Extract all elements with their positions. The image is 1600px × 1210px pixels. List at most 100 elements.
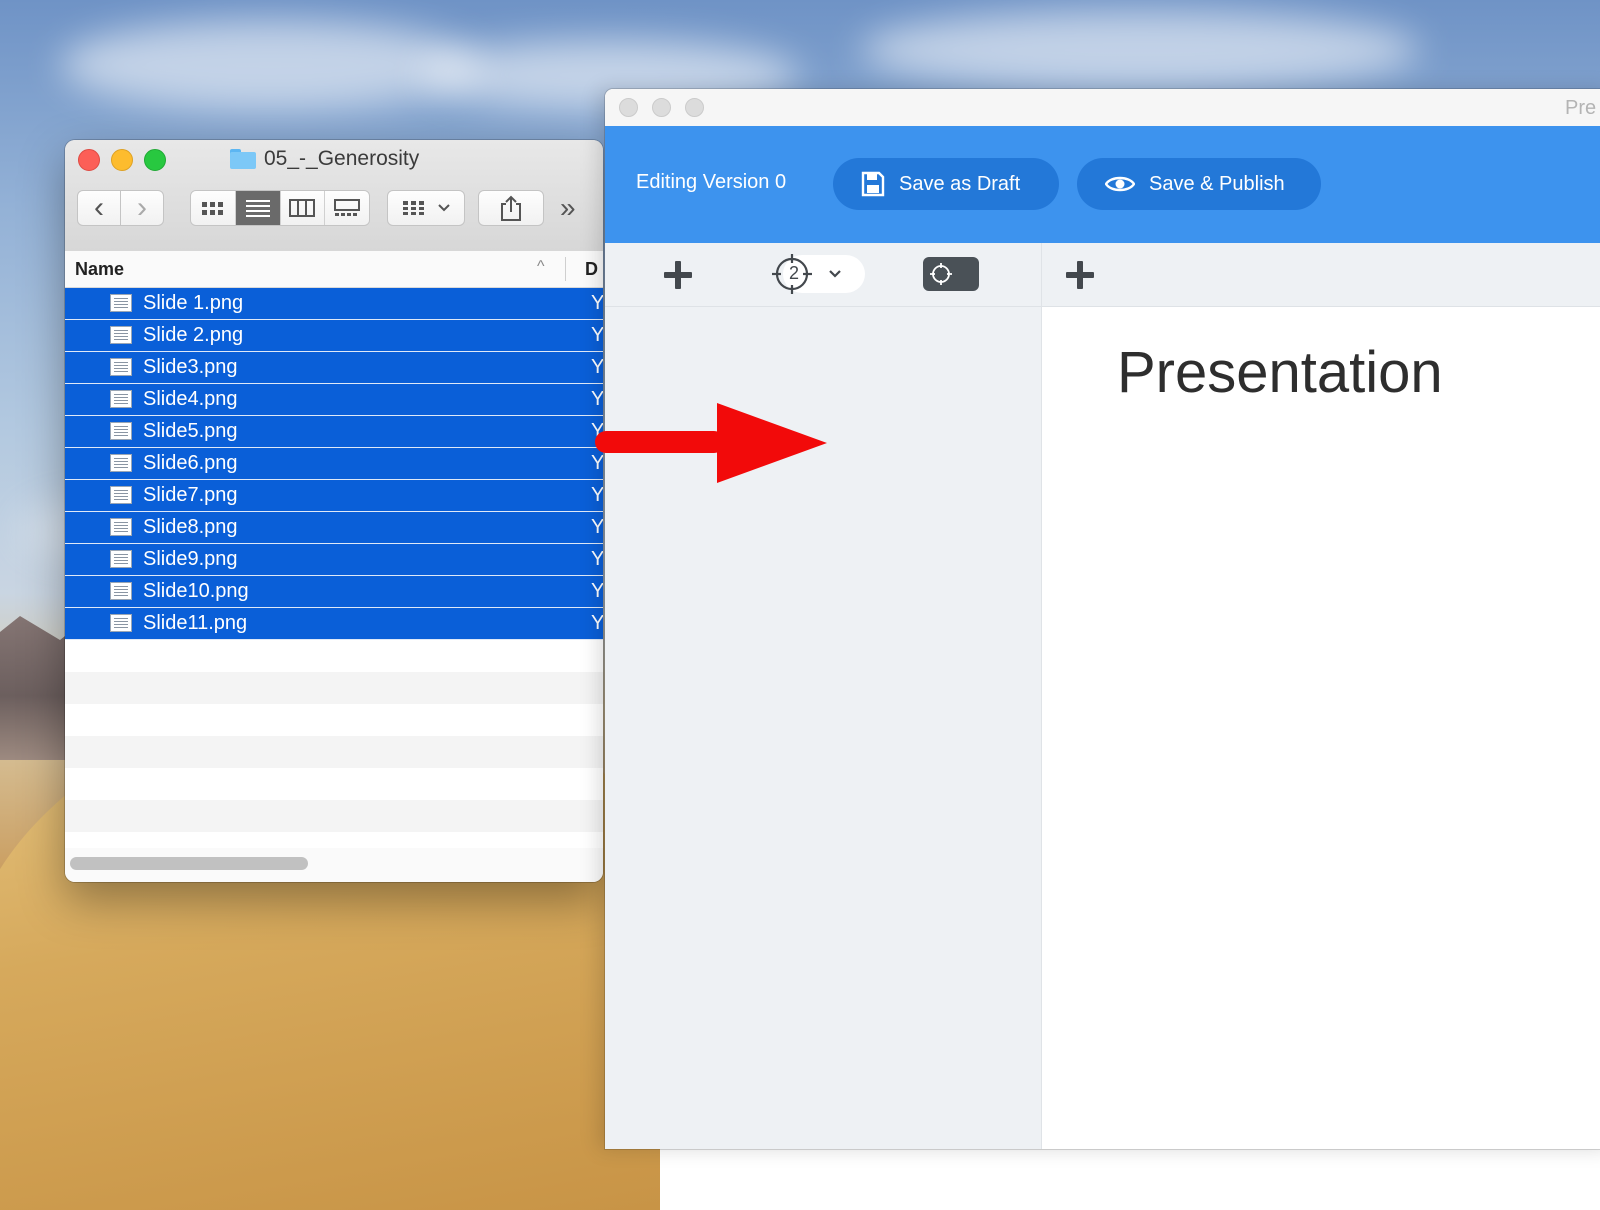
- list-item[interactable]: Slide8.png Y: [65, 512, 603, 544]
- file-name: Slide 2.png: [143, 324, 244, 346]
- list-view-button[interactable]: [235, 191, 281, 225]
- folder-icon: [230, 149, 256, 169]
- red-arrow-icon: [595, 403, 827, 483]
- list-item[interactable]: Slide4.png Y: [65, 384, 603, 416]
- image-file-icon: [110, 326, 132, 344]
- chevron-down-icon: [438, 204, 450, 212]
- window-title-text: 05_-_Generosity: [264, 147, 420, 170]
- file-column-value: Y: [591, 292, 603, 314]
- eye-icon: [1105, 176, 1135, 192]
- empty-row: [65, 800, 603, 832]
- file-name: Slide5.png: [143, 420, 238, 442]
- name-column-header[interactable]: Name: [75, 259, 124, 280]
- empty-row: [65, 704, 603, 736]
- horizontal-scrollbar[interactable]: [65, 848, 603, 882]
- column-view-button[interactable]: [280, 191, 326, 225]
- floppy-disk-icon: [861, 171, 885, 197]
- file-name: Slide 1.png: [143, 292, 244, 314]
- target-toggle-button[interactable]: [923, 257, 979, 291]
- file-name: Slide10.png: [143, 580, 249, 602]
- file-name: Slide6.png: [143, 452, 238, 474]
- file-list: Slide 1.png Y Slide 2.png Y Slide3.png Y Sl…: [65, 288, 603, 848]
- target-count: 2: [788, 263, 799, 283]
- list-item[interactable]: Slide11.png Y: [65, 608, 603, 640]
- share-icon: [501, 195, 521, 221]
- file-name: Slide8.png: [143, 516, 238, 538]
- chevron-left-icon: ‹: [94, 191, 104, 224]
- grid-icon: [201, 202, 223, 215]
- share-button[interactable]: [478, 190, 544, 226]
- gallery-icon: [334, 199, 361, 216]
- list-item[interactable]: Slide10.png Y: [65, 576, 603, 608]
- list-item[interactable]: Slide7.png Y: [65, 480, 603, 512]
- add-slide-button[interactable]: [664, 261, 692, 289]
- columns-icon: [289, 199, 316, 217]
- crosshair-icon: [930, 263, 952, 285]
- image-file-icon: [110, 614, 132, 632]
- close-button[interactable]: [78, 149, 100, 171]
- icon-view-button[interactable]: [191, 191, 236, 225]
- file-column-value: Y: [591, 484, 603, 506]
- empty-row: [65, 672, 603, 704]
- toolbar-overflow-button[interactable]: »: [560, 190, 576, 226]
- list-header: Name ^ D: [65, 251, 603, 288]
- list-item[interactable]: Slide 1.png Y: [65, 288, 603, 320]
- chevron-down-icon: [829, 270, 841, 278]
- editor-toolbar: 2: [605, 243, 1600, 307]
- list-item[interactable]: Slide3.png Y: [65, 352, 603, 384]
- view-mode-control: [190, 190, 370, 226]
- image-file-icon: [110, 454, 132, 472]
- editor-window-title: Pre: [1565, 97, 1597, 119]
- column-divider[interactable]: [565, 257, 566, 281]
- minimize-button[interactable]: [111, 149, 133, 171]
- editing-version-label: Editing Version 0: [636, 171, 787, 193]
- target-count-dropdown[interactable]: 2: [772, 254, 865, 294]
- image-file-icon: [110, 294, 132, 312]
- image-file-icon: [110, 358, 132, 376]
- file-name: Slide11.png: [143, 612, 248, 634]
- cloud: [60, 20, 480, 110]
- grid-icon: [403, 201, 424, 215]
- presentation-editor-window: Pre Editing Version 0 Save as Draft Save…: [605, 89, 1600, 1149]
- finder-window: 05_-_Generosity ‹ › » Name ^ D Slide 1.p…: [65, 140, 603, 882]
- save-as-draft-button[interactable]: Save as Draft: [833, 158, 1059, 210]
- presentation-canvas[interactable]: Presentation: [1042, 307, 1600, 1149]
- empty-row: [65, 640, 603, 672]
- file-name: Slide3.png: [143, 356, 238, 378]
- scrollbar-thumb[interactable]: [70, 857, 308, 870]
- file-name: Slide7.png: [143, 484, 238, 506]
- file-name: Slide9.png: [143, 548, 238, 570]
- back-button[interactable]: ‹: [77, 190, 121, 226]
- list-item[interactable]: Slide9.png Y: [65, 544, 603, 576]
- second-column-header[interactable]: D: [585, 259, 598, 280]
- file-column-value: Y: [591, 580, 603, 602]
- save-and-publish-label: Save & Publish: [1149, 172, 1285, 195]
- image-file-icon: [110, 486, 132, 504]
- file-column-value: Y: [591, 548, 603, 570]
- file-column-value: Y: [591, 324, 603, 346]
- empty-row: [65, 736, 603, 768]
- chevron-right-icon: ›: [137, 191, 147, 224]
- gallery-view-button[interactable]: [325, 191, 369, 225]
- save-as-draft-label: Save as Draft: [899, 172, 1021, 195]
- presentation-title[interactable]: Presentation: [1117, 339, 1443, 406]
- sort-ascending-icon: ^: [537, 258, 545, 275]
- list-item[interactable]: Slide 2.png Y: [65, 320, 603, 352]
- add-element-button[interactable]: [1066, 261, 1094, 289]
- zoom-button[interactable]: [685, 98, 704, 117]
- minimize-button[interactable]: [652, 98, 671, 117]
- image-file-icon: [110, 582, 132, 600]
- save-and-publish-button[interactable]: Save & Publish: [1077, 158, 1321, 210]
- editor-header-bar: Editing Version 0 Save as Draft Save & P…: [605, 126, 1600, 243]
- group-by-dropdown[interactable]: [387, 190, 465, 226]
- list-icon: [245, 200, 270, 217]
- list-item[interactable]: Slide6.png Y: [65, 448, 603, 480]
- window-title: 05_-_Generosity: [230, 146, 419, 172]
- list-item[interactable]: Slide5.png Y: [65, 416, 603, 448]
- zoom-button[interactable]: [144, 149, 166, 171]
- file-name: Slide4.png: [143, 388, 238, 410]
- close-button[interactable]: [619, 98, 638, 117]
- image-file-icon: [110, 390, 132, 408]
- forward-button[interactable]: ›: [120, 190, 164, 226]
- empty-row: [65, 768, 603, 800]
